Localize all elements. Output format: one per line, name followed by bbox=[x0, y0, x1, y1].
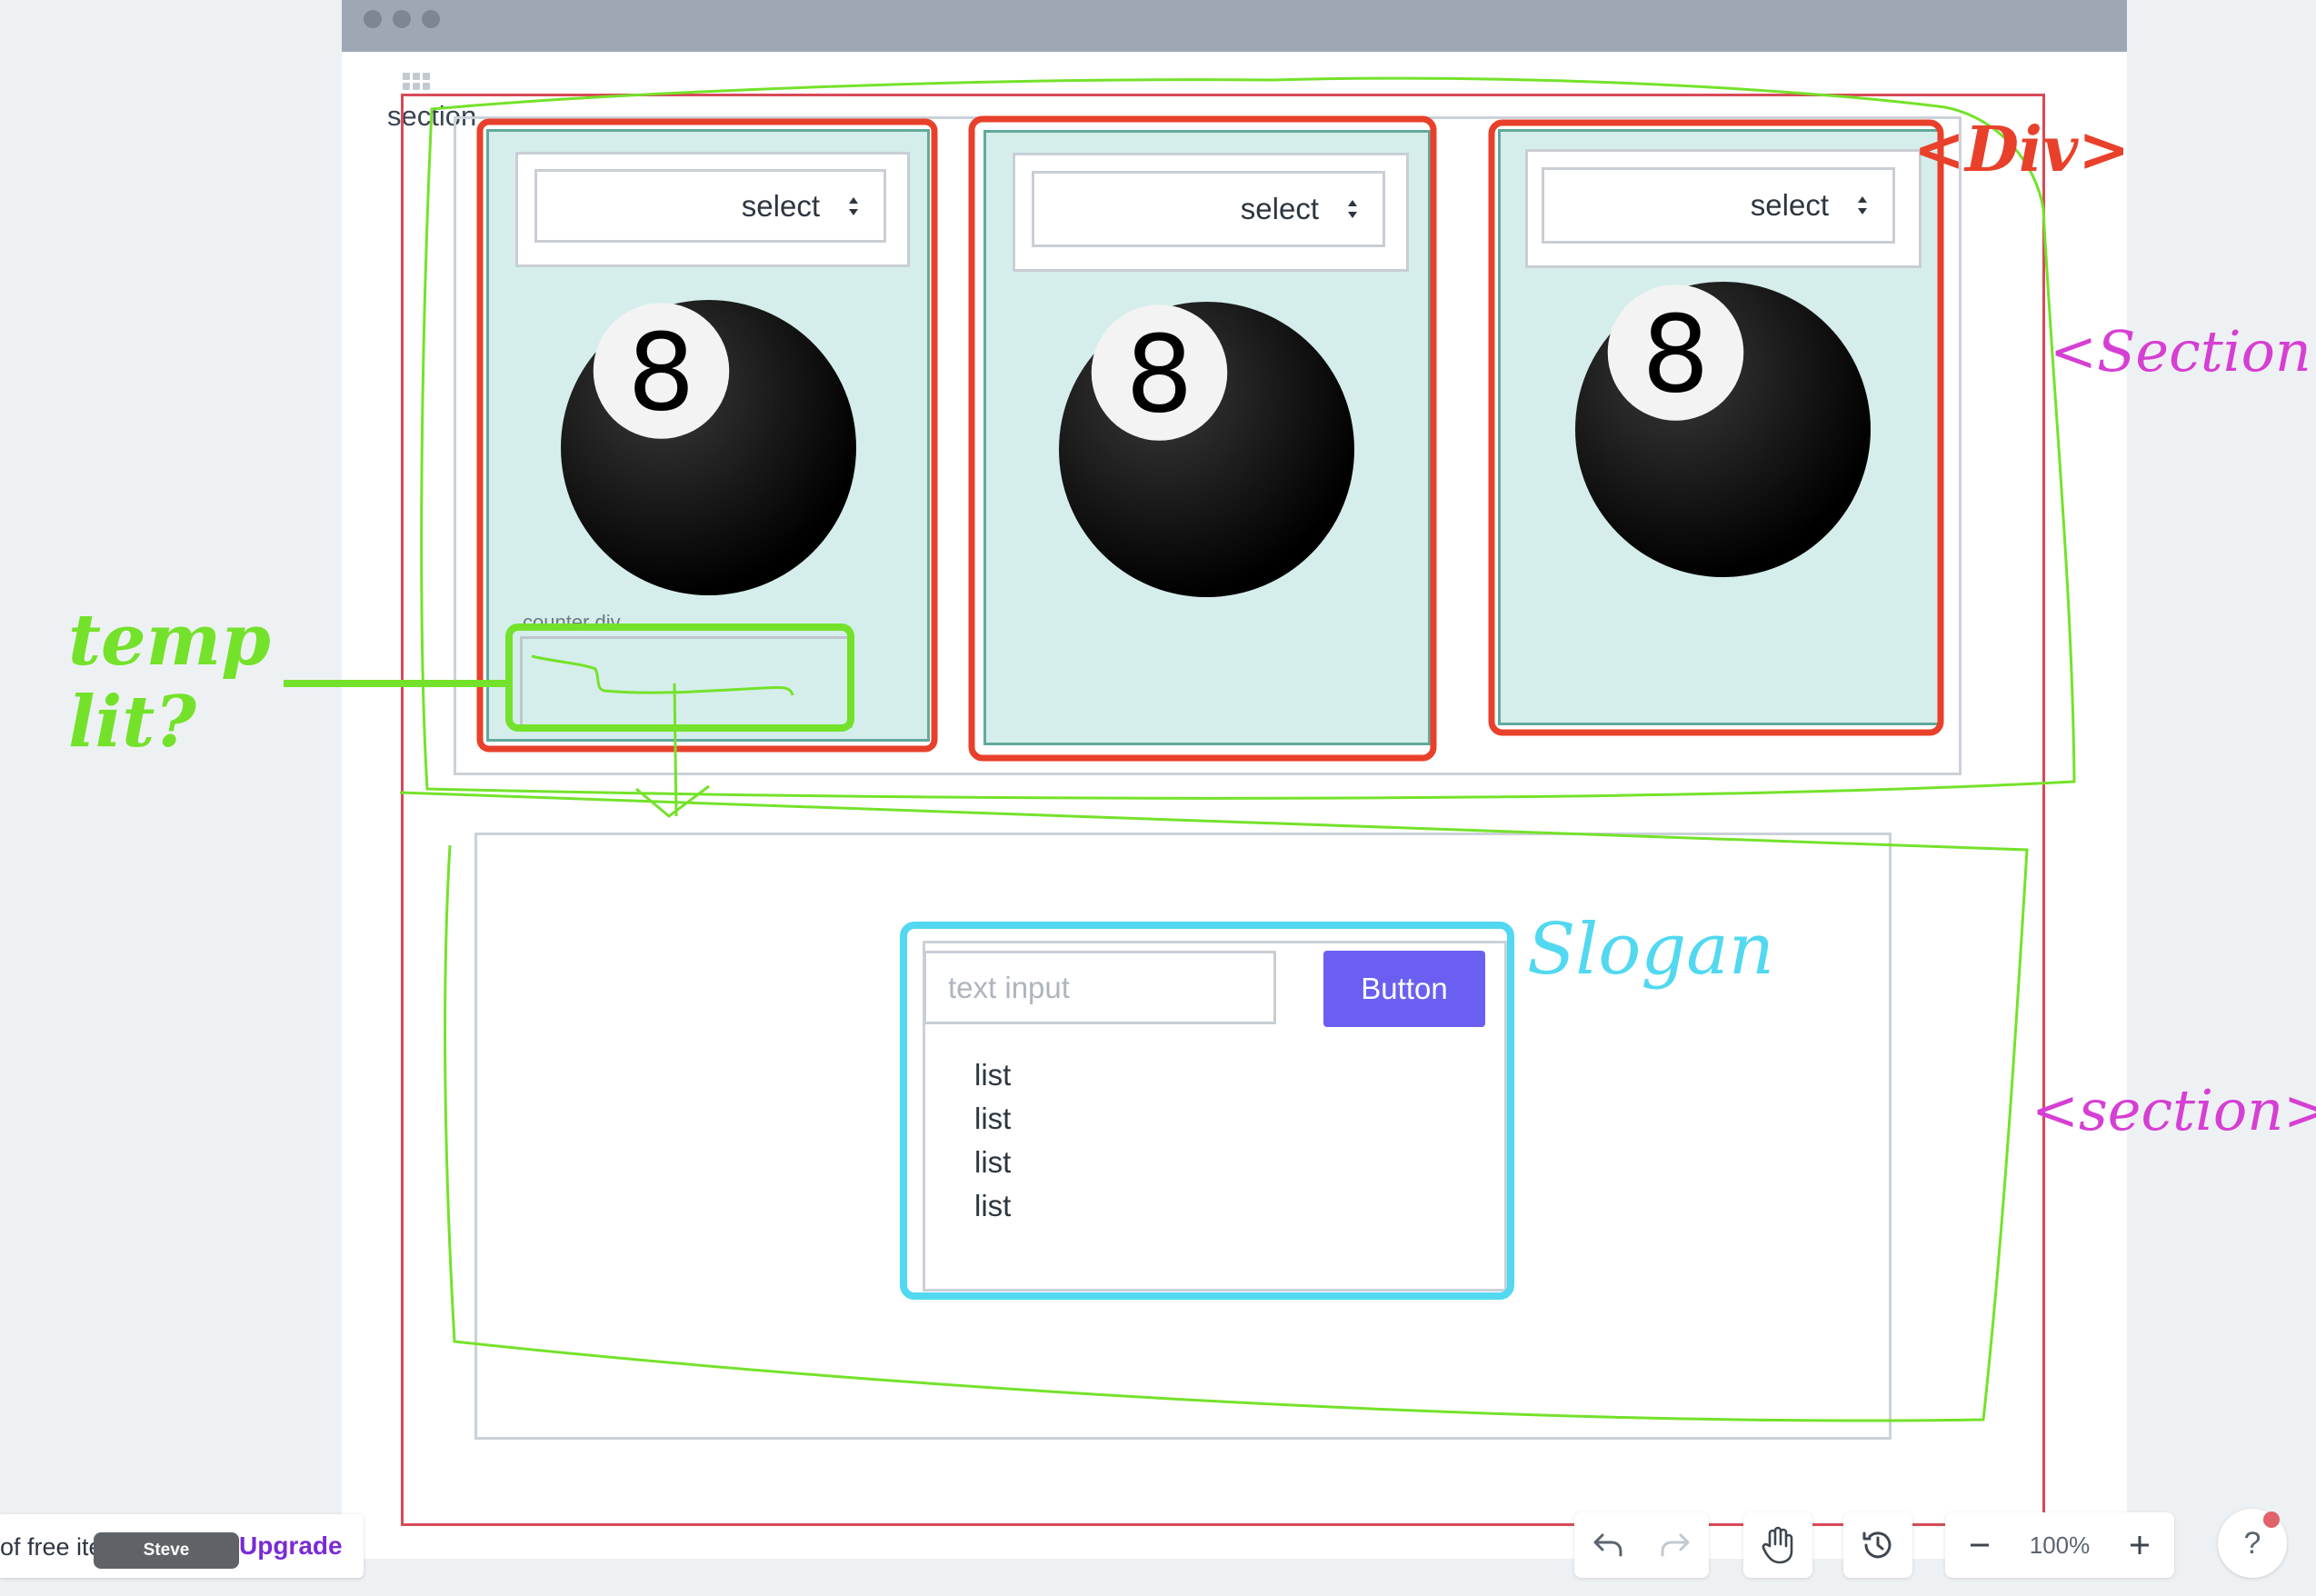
cyan-box-slogan bbox=[900, 922, 1514, 1300]
user-cursor-badge: Steve bbox=[94, 1532, 239, 1569]
annotation-layer bbox=[284, 76, 2076, 1422]
green-box-counter bbox=[505, 623, 854, 732]
green-scribble-bottom-section bbox=[399, 791, 2029, 1422]
annotation-section-bottom: <section> bbox=[2031, 1077, 2316, 1143]
zoom-level[interactable]: 100% bbox=[2014, 1531, 2105, 1560]
annotation-section-top: <Section> bbox=[2050, 318, 2316, 384]
red-box-card bbox=[476, 118, 938, 753]
red-box-card bbox=[968, 115, 1437, 762]
upgrade-link[interactable]: Upgrade bbox=[239, 1531, 343, 1561]
zoom-in-icon[interactable] bbox=[2105, 1531, 2174, 1559]
green-scribble-top-section bbox=[420, 76, 2076, 800]
green-scribble-counter bbox=[531, 654, 794, 696]
free-items-text: of free ite bbox=[0, 1533, 103, 1561]
undo-redo-group bbox=[1574, 1512, 1709, 1578]
undo-icon[interactable] bbox=[1574, 1531, 1642, 1559]
redo-icon[interactable] bbox=[1642, 1531, 1709, 1559]
zoom-out-icon[interactable] bbox=[1945, 1531, 2014, 1559]
history-icon[interactable] bbox=[1843, 1512, 1912, 1578]
zoom-controls: 100% bbox=[1945, 1512, 2174, 1578]
red-box-card bbox=[1488, 119, 1944, 736]
annotation-temp-lit: temp lit? bbox=[68, 599, 271, 763]
notification-dot bbox=[2263, 1511, 2280, 1528]
hand-tool-icon[interactable] bbox=[1743, 1512, 1812, 1578]
annotation-slogan: Slogan bbox=[1527, 909, 1775, 991]
annotation-div-tag: <Div> bbox=[1913, 114, 2131, 186]
